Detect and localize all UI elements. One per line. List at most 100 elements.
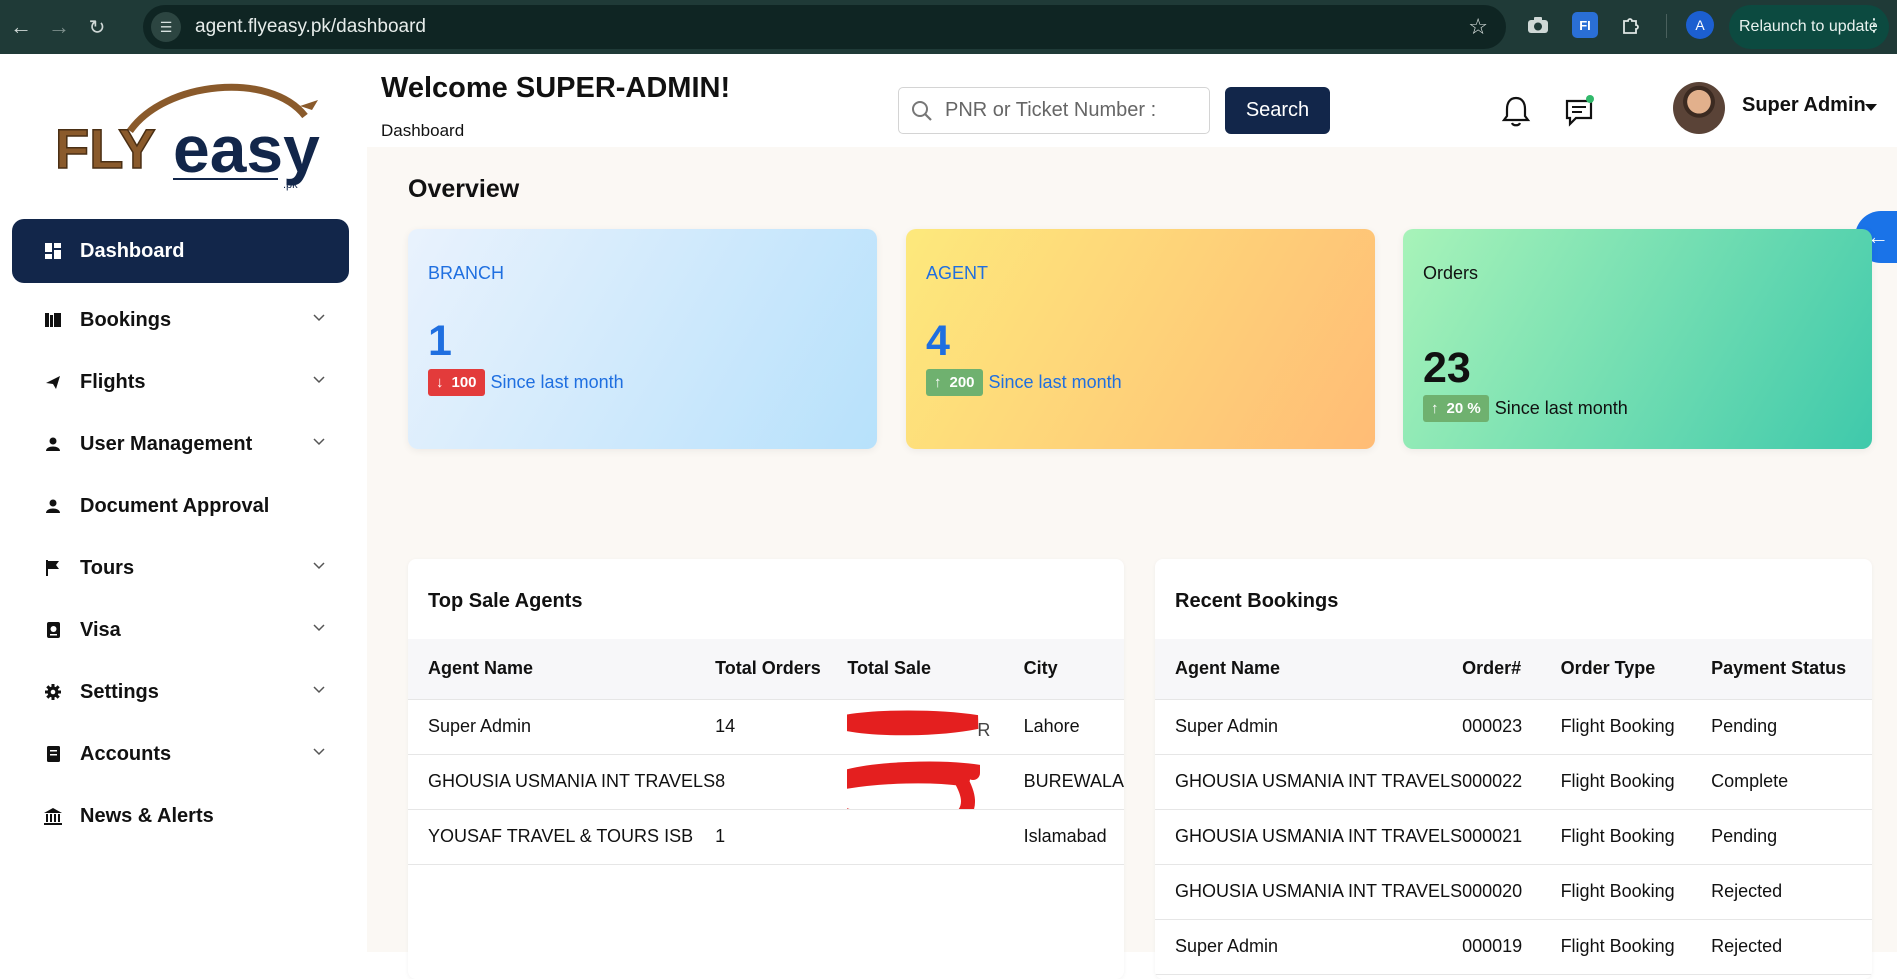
total-sale-cell: R	[847, 698, 1024, 754]
fi-extension-icon[interactable]: FI	[1572, 12, 1598, 38]
column-header[interactable]: City	[1024, 639, 1124, 699]
more-vertical-icon[interactable]: ⋮	[1865, 15, 1883, 36]
camera-extension-icon[interactable]	[1525, 12, 1551, 38]
column-header[interactable]: Total Orders	[715, 639, 847, 699]
redaction-scribble	[847, 761, 997, 809]
sidebar-item-user-management[interactable]: User Management	[12, 413, 349, 475]
search-icon	[912, 100, 932, 121]
sidebar-item-tours[interactable]: Tours	[12, 537, 349, 599]
back-arrow-icon[interactable]: ←	[6, 12, 36, 42]
caret-down-icon[interactable]	[1865, 104, 1877, 111]
trend-badge: ↓ 100	[428, 369, 485, 396]
chevron-down-icon[interactable]	[313, 745, 325, 757]
profile-avatar[interactable]: A	[1686, 11, 1714, 39]
chevron-down-icon[interactable]	[313, 559, 325, 571]
column-header[interactable]: Total Sale	[847, 639, 1023, 699]
chevron-down-icon[interactable]	[313, 311, 325, 323]
trend-value: 100	[451, 374, 477, 391]
chevron-down-icon[interactable]	[313, 435, 325, 447]
total-sale-suffix: R	[977, 720, 991, 740]
panel-title: Recent Bookings	[1175, 590, 1339, 612]
address-url[interactable]: agent.flyeasy.pk/dashboard	[195, 16, 426, 38]
chevron-down-icon[interactable]	[313, 683, 325, 695]
order-number-cell: 000020	[1462, 863, 1561, 919]
order-number-cell: 000022	[1462, 753, 1561, 809]
stat-trend: ↑ 20 % Since last month	[1423, 395, 1628, 422]
redaction-scribble	[847, 710, 997, 736]
search-button[interactable]: Search	[1225, 87, 1330, 134]
since-text: Since last month	[1494, 398, 1628, 418]
column-header[interactable]: Payment Status	[1711, 639, 1872, 699]
sidebar-item-bookings[interactable]: Bookings	[12, 289, 349, 351]
chevron-down-icon[interactable]	[313, 373, 325, 385]
order-number-cell: 000019	[1462, 918, 1561, 975]
pnr-search-input[interactable]	[945, 99, 1195, 122]
sidebar-item-label: Document Approval	[80, 494, 270, 517]
stat-value: 1	[428, 317, 452, 365]
agent-stat-card: AGENT 4 ↑ 200 Since last month	[906, 229, 1375, 449]
since-text: Since last month	[490, 372, 624, 392]
user-menu-name[interactable]: Super Admin	[1742, 94, 1866, 117]
bank-icon	[44, 807, 62, 825]
sidebar-item-dashboard[interactable]: Dashboard	[12, 219, 349, 283]
city-cell: Lahore	[1023, 698, 1124, 754]
total-orders-cell: 14	[715, 698, 848, 754]
column-header[interactable]: Order#	[1462, 639, 1560, 699]
sidebar-item-visa[interactable]: Visa	[12, 599, 349, 661]
payment-status-cell: Rejected	[1711, 918, 1872, 975]
sidebar-item-label: User Management	[80, 432, 253, 455]
page-title: Welcome SUPER-ADMIN!	[381, 72, 731, 104]
relaunch-label: Relaunch to update	[1739, 18, 1878, 35]
logo-fly-text: FLY	[55, 117, 156, 180]
site-settings-icon[interactable]: ☰	[151, 12, 181, 42]
sidebar-item-document-approval[interactable]: Document Approval	[12, 475, 349, 537]
panel-title: Top Sale Agents	[428, 590, 583, 612]
sidebar-item-settings[interactable]: Settings	[12, 661, 349, 723]
address-bar[interactable]: ☰ agent.flyeasy.pk/dashboard ☆	[143, 5, 1506, 49]
pnr-search-field[interactable]	[898, 87, 1210, 134]
extensions-puzzle-icon[interactable]	[1618, 12, 1644, 38]
column-header[interactable]: Order Type	[1561, 639, 1712, 699]
messages-button[interactable]	[1564, 95, 1594, 127]
flyeasy-logo[interactable]: FLY easy .pk	[54, 76, 345, 194]
payment-status-cell: Pending	[1711, 808, 1872, 864]
sidebar-item-label: Bookings	[80, 308, 172, 331]
column-header[interactable]: Agent Name	[1155, 639, 1462, 699]
logo-easy-text: easy	[173, 112, 320, 186]
agent-name-cell: GHOUSIA USMANIA INT TRAVELS	[408, 753, 716, 809]
table-row: GHOUSIA USMANIA INT TRAVELS 000022 Fligh…	[1155, 753, 1872, 809]
toolbar-divider	[1666, 14, 1667, 38]
stat-value: 4	[926, 317, 950, 365]
relaunch-button[interactable]: Relaunch to update ⋮	[1729, 5, 1889, 49]
top-header: Welcome SUPER-ADMIN! Dashboard Search Su…	[367, 54, 1897, 147]
stat-label: AGENT	[926, 263, 989, 283]
sidebar-item-label: Flights	[80, 370, 146, 393]
sidebar-item-label: Settings	[80, 680, 159, 703]
reload-icon[interactable]: ↻	[82, 12, 112, 42]
bookmark-star-icon[interactable]: ☆	[1468, 14, 1488, 40]
table-row: Super Admin 000023 Flight Booking Pendin…	[1155, 698, 1872, 754]
avatar[interactable]	[1673, 82, 1725, 134]
recent-bookings-table: Agent Name Order# Order Type Payment Sta…	[1155, 639, 1872, 975]
payment-status-cell: Rejected	[1711, 863, 1872, 919]
breadcrumb[interactable]: Dashboard	[381, 121, 464, 141]
table-row: YOUSAF TRAVEL & TOURS ISB 1 Islamabad	[408, 808, 1124, 865]
arrow-down-icon: ↓	[436, 374, 444, 391]
sidebar-item-flights[interactable]: Flights	[12, 351, 349, 413]
sidebar-item-label: Tours	[80, 556, 135, 579]
stat-trend: ↓ 100 Since last month	[428, 369, 624, 396]
top-sale-agents-panel: Top Sale Agents Agent Name Total Orders …	[408, 559, 1124, 979]
forward-arrow-icon[interactable]: →	[44, 12, 74, 42]
city-cell: BUREWALA	[1023, 753, 1124, 809]
bell-icon[interactable]	[1501, 95, 1531, 127]
trend-value: 20 %	[1446, 400, 1481, 417]
chevron-down-icon[interactable]	[313, 621, 325, 633]
sidebar-item-accounts[interactable]: Accounts	[12, 723, 349, 785]
table-row: GHOUSIA USMANIA INT TRAVELS 000020 Fligh…	[1155, 863, 1872, 919]
main-content: Welcome SUPER-ADMIN! Dashboard Search Su…	[367, 54, 1897, 979]
payment-status-cell: Complete	[1711, 753, 1872, 809]
column-header[interactable]: Agent Name	[408, 639, 715, 699]
top-sale-agents-table: Agent Name Total Orders Total Sale City …	[408, 639, 1124, 865]
trend-value: 200	[949, 374, 975, 391]
sidebar-item-news-alerts[interactable]: News & Alerts	[12, 785, 349, 847]
